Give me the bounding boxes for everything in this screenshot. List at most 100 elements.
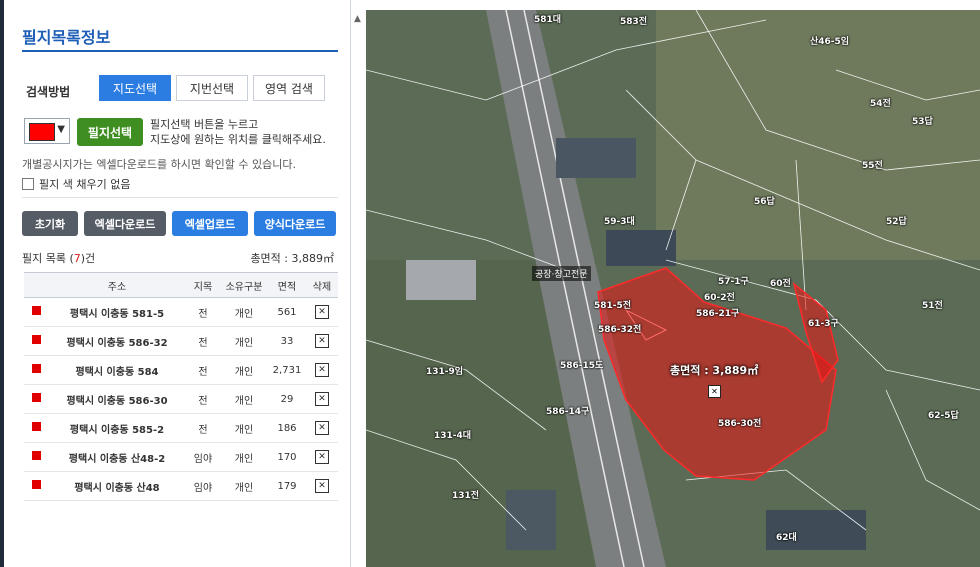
delete-icon[interactable]: ✕	[315, 421, 329, 435]
col-color	[24, 272, 48, 298]
color-swatch	[29, 123, 55, 141]
delete-icon[interactable]: ✕	[315, 334, 329, 348]
parcel-label: 586-32전	[598, 325, 642, 335]
form-download-button[interactable]: 양식다운로드	[254, 211, 336, 236]
cell-delete: ✕	[306, 471, 338, 501]
title-underline	[22, 50, 338, 52]
table-row[interactable]: 평택시 이충동 585-2 전 개인 186 ✕	[24, 413, 338, 443]
color-marker	[24, 384, 48, 414]
chevron-down-icon: ▼	[57, 124, 65, 135]
poi-label: 공장·창고전문	[532, 266, 591, 281]
cell-owner: 개인	[220, 413, 268, 443]
hint-line-1: 필지선택 버튼을 누르고	[150, 118, 259, 131]
color-square-icon	[31, 306, 41, 315]
table-row[interactable]: 평택시 이충동 586-30 전 개인 29 ✕	[24, 384, 338, 414]
table-row[interactable]: 평택시 이충동 586-32 전 개인 33 ✕	[24, 326, 338, 356]
cell-jimok: 전	[186, 384, 220, 414]
no-fill-label: 필지 색 채우기 없음	[39, 178, 131, 191]
list-label: 필지 목록 (	[22, 252, 74, 265]
delete-icon[interactable]: ✕	[315, 392, 329, 406]
total-area: 총면적 : 3,889㎡	[250, 252, 334, 265]
cell-owner: 개인	[220, 355, 268, 385]
color-marker	[24, 326, 48, 356]
parcel-label: 586-30전	[718, 419, 762, 429]
table-row[interactable]: 평택시 이충동 산48 임야 개인 179 ✕	[24, 471, 338, 501]
color-marker	[24, 413, 48, 443]
cell-address: 평택시 이충동 586-30	[48, 384, 186, 414]
delete-icon[interactable]: ✕	[315, 479, 329, 493]
cell-jimok: 임야	[186, 471, 220, 501]
table-row[interactable]: 평택시 이충동 584 전 개인 2,731 ✕	[24, 355, 338, 385]
parcel-label: 131전	[452, 491, 480, 501]
cell-address: 평택시 이충동 산48-2	[48, 442, 186, 472]
color-square-icon	[31, 480, 41, 489]
cell-owner: 개인	[220, 384, 268, 414]
pick-parcel-button[interactable]: 필지선택	[77, 118, 143, 146]
parcel-label: 62대	[776, 533, 797, 543]
price-notice: 개별공시지가는 엑셀다운로드를 하시면 확인할 수 있습니다.	[22, 158, 296, 171]
list-count-value: 7	[73, 252, 81, 265]
parcel-label: 56답	[754, 197, 775, 207]
cell-jimok: 전	[186, 297, 220, 327]
parcel-label: 62-5답	[928, 411, 959, 421]
cell-delete: ✕	[306, 326, 338, 356]
cell-area: 170	[268, 442, 306, 472]
tab-lot-select[interactable]: 지번선택	[176, 75, 248, 101]
table-row[interactable]: 평택시 이충동 산48-2 임야 개인 170 ✕	[24, 442, 338, 472]
cell-jimok: 임야	[186, 442, 220, 472]
cell-area: 186	[268, 413, 306, 443]
parcel-label: 581-5전	[594, 301, 632, 311]
cell-delete: ✕	[306, 384, 338, 414]
parcel-list-panel: 필지목록정보 검색방법 지도선택 지번선택 영역 검색 ▼ 필지선택 필지선택 …	[4, 0, 351, 567]
parcel-label: 586-15도	[560, 361, 604, 371]
parcel-label: 60-2전	[704, 293, 735, 303]
map-total-area: 총면적 : 3,889㎡	[670, 364, 759, 377]
color-square-icon	[31, 393, 41, 402]
no-fill-option[interactable]: 필지 색 채우기 없음	[22, 176, 130, 192]
parcel-label: 52답	[886, 217, 907, 227]
parcel-label: 55전	[862, 161, 883, 171]
cell-jimok: 전	[186, 355, 220, 385]
col-delete: 삭제	[306, 272, 338, 298]
cell-delete: ✕	[306, 355, 338, 385]
cell-area: 29	[268, 384, 306, 414]
delete-icon[interactable]: ✕	[315, 305, 329, 319]
clear-selection-icon[interactable]: ✕	[708, 385, 721, 398]
table-row[interactable]: 평택시 이충동 581-5 전 개인 561 ✕	[24, 297, 338, 327]
color-square-icon	[31, 335, 41, 344]
cell-address: 평택시 이충동 586-32	[48, 326, 186, 356]
delete-icon[interactable]: ✕	[315, 363, 329, 377]
panel-title: 필지목록정보	[22, 28, 111, 47]
color-marker	[24, 297, 48, 327]
parcel-label: 53답	[912, 117, 933, 127]
cell-area: 179	[268, 471, 306, 501]
parcel-table: 주소 지목 소유구분 면적 삭제 평택시 이충동 581-5 전 개인 561 ✕ 평택시…	[24, 272, 338, 501]
reset-button[interactable]: 초기화	[22, 211, 78, 236]
excel-download-button[interactable]: 엑셀다운로드	[84, 211, 166, 236]
no-fill-checkbox[interactable]	[22, 178, 34, 190]
divider	[22, 197, 338, 198]
parcel-label: 57-1구	[718, 277, 749, 287]
cell-address: 평택시 이충동 산48	[48, 471, 186, 501]
cell-delete: ✕	[306, 413, 338, 443]
tab-area-search[interactable]: 영역 검색	[253, 75, 325, 101]
excel-upload-button[interactable]: 엑셀업로드	[172, 211, 248, 236]
parcel-label: 586-21구	[696, 309, 740, 319]
map-view[interactable]: 581대 583전 산46-5임 54전 53답 55전 56답 52답 51전…	[366, 10, 980, 567]
color-square-icon	[31, 364, 41, 373]
cell-jimok: 전	[186, 413, 220, 443]
color-picker[interactable]: ▼	[24, 118, 70, 144]
parcel-label: 131-9임	[426, 367, 464, 377]
scroll-up-arrow-icon[interactable]: ▲	[354, 14, 361, 24]
cell-area: 561	[268, 297, 306, 327]
parcel-label: 61-3구	[808, 319, 839, 329]
cell-delete: ✕	[306, 297, 338, 327]
delete-icon[interactable]: ✕	[315, 450, 329, 464]
color-square-icon	[31, 451, 41, 460]
hint-line-2: 지도상에 원하는 위치를 클릭해주세요.	[150, 133, 326, 146]
cell-owner: 개인	[220, 471, 268, 501]
tab-map-select[interactable]: 지도선택	[99, 75, 171, 101]
color-square-icon	[31, 422, 41, 431]
color-marker	[24, 355, 48, 385]
color-marker	[24, 471, 48, 501]
